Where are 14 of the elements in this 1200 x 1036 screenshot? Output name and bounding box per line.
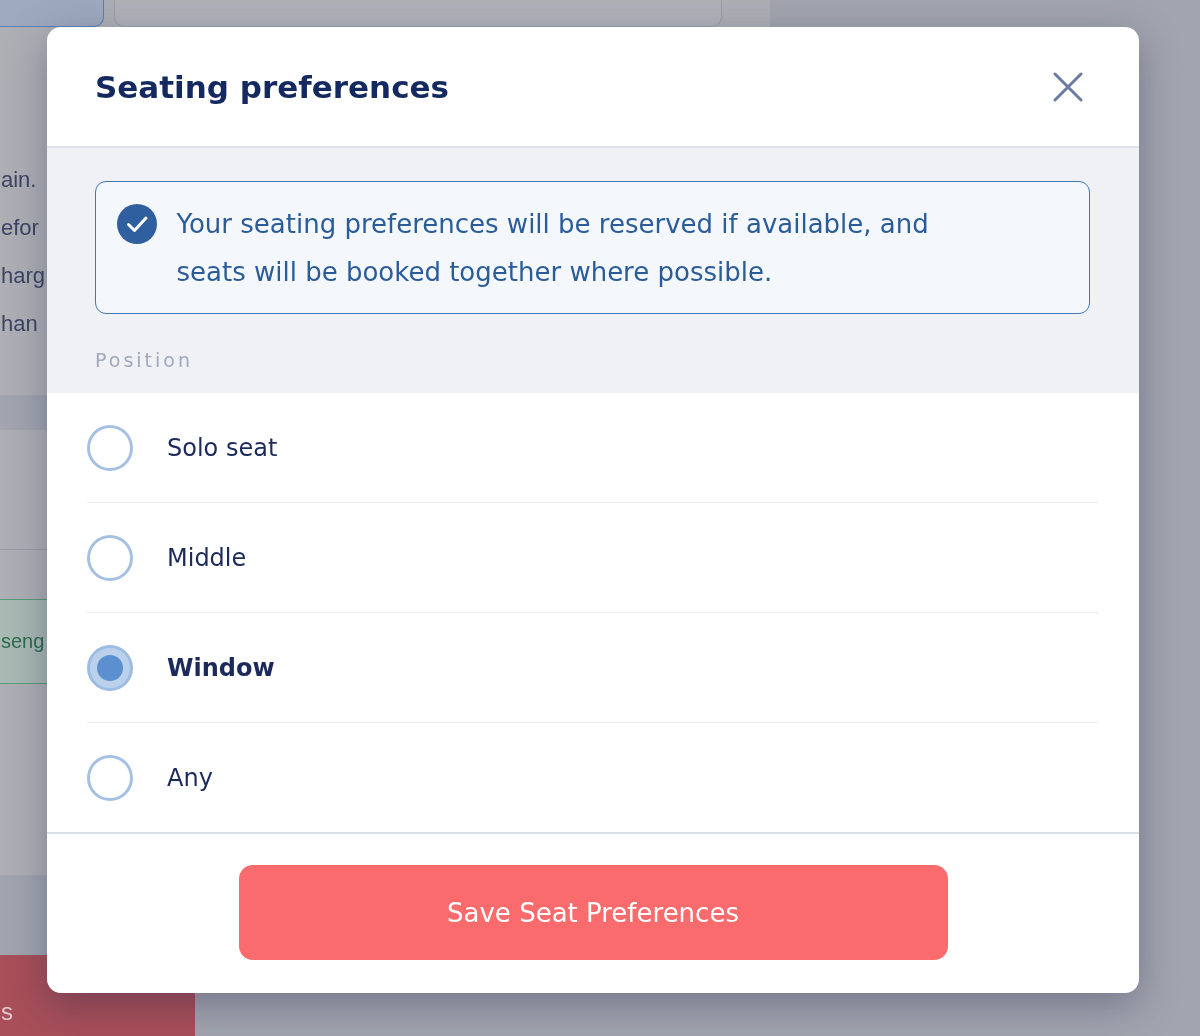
text-fragment: efor bbox=[0, 214, 39, 242]
section-label: Position bbox=[95, 348, 193, 372]
text-fragment: han bbox=[0, 310, 38, 338]
radio-option[interactable]: Solo seat bbox=[87, 393, 1099, 502]
close-icon bbox=[1053, 71, 1083, 102]
radio-option[interactable]: Middle bbox=[87, 503, 1099, 612]
radio-option[interactable]: Window bbox=[87, 613, 1099, 722]
radio-option[interactable]: Any bbox=[87, 723, 1099, 832]
info-text: Your seating preferences will be reserved if available, and seats will be booked together where possible. bbox=[176, 208, 930, 289]
close-button[interactable] bbox=[1053, 71, 1083, 102]
check-circle-icon bbox=[116, 204, 157, 244]
text-fragment: ain. bbox=[0, 166, 37, 194]
dialog-title: Seating preferences bbox=[95, 68, 450, 105]
text-fragment: harg bbox=[0, 262, 46, 290]
